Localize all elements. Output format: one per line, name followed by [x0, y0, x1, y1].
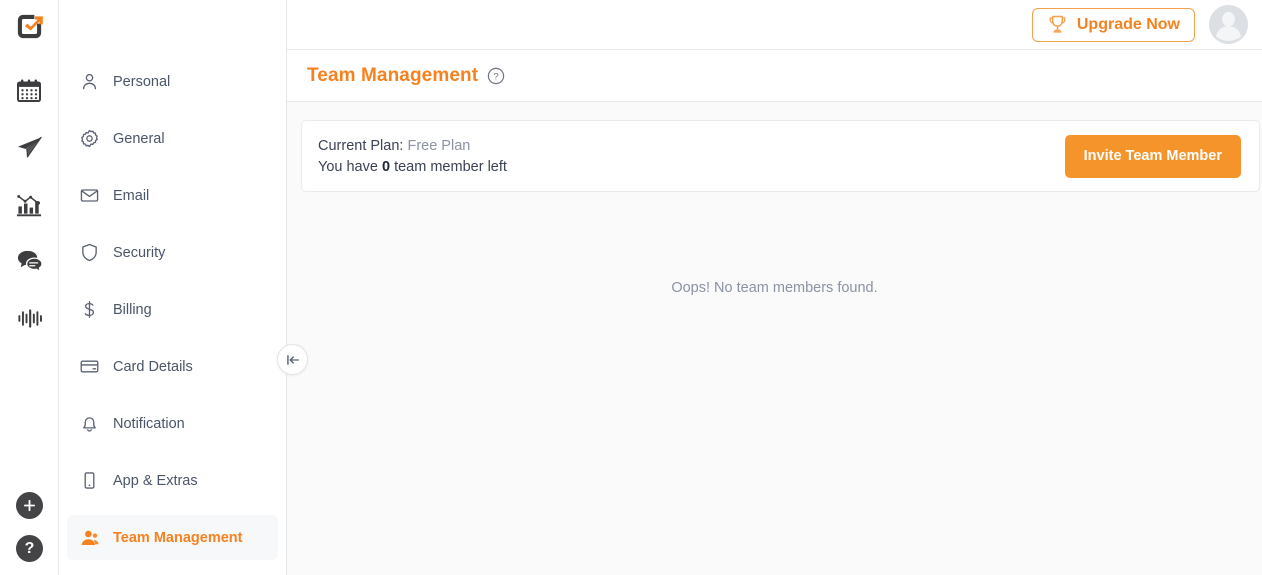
sidebar-item-team-management[interactable]: Team Management — [67, 515, 278, 560]
current-plan-label: Current Plan: — [318, 137, 404, 154]
app-logo[interactable] — [14, 6, 45, 46]
trophy-icon — [1049, 15, 1066, 33]
sidebar-item-billing[interactable]: Billing — [67, 287, 278, 332]
question-circle-icon[interactable]: ? — [487, 67, 505, 85]
app-root: ? Personal General Email Security Billin… — [0, 0, 1262, 575]
sidebar-item-notification[interactable]: Notification — [67, 401, 278, 446]
sidebar-item-label: Email — [113, 187, 150, 204]
svg-text:?: ? — [493, 71, 498, 82]
credit-card-icon — [79, 356, 100, 377]
sidebar-item-email[interactable]: Email — [67, 173, 278, 218]
plan-info: Current Plan: Free Plan You have 0 team … — [318, 138, 507, 175]
empty-state-message: Oops! No team members found. — [671, 280, 878, 296]
current-plan-line: Current Plan: Free Plan — [318, 138, 507, 154]
sidebar-item-personal[interactable]: Personal — [67, 59, 278, 104]
user-icon — [79, 71, 100, 92]
sidebar-item-label: Security — [113, 244, 166, 261]
add-button[interactable] — [16, 492, 43, 519]
top-bar: Upgrade Now — [287, 0, 1262, 50]
sidebar-item-label: App & Extras — [113, 472, 198, 489]
mobile-icon — [79, 470, 100, 491]
help-button[interactable]: ? — [16, 535, 43, 562]
content-area: Current Plan: Free Plan You have 0 team … — [287, 102, 1262, 575]
gear-icon — [79, 128, 100, 149]
sidebar-item-label: Notification — [113, 415, 185, 432]
sidebar-item-label: Card Details — [113, 358, 193, 375]
settings-nav-list: Personal General Email Security Billing … — [59, 50, 286, 560]
user-avatar-placeholder-icon — [1209, 5, 1248, 44]
rail-item-voice[interactable] — [7, 290, 51, 347]
rail-item-list — [7, 62, 51, 347]
people-icon — [79, 527, 100, 548]
upgrade-now-button[interactable]: Upgrade Now — [1031, 7, 1195, 42]
page-header: Team Management ? — [287, 50, 1262, 102]
chat-bubbles-icon — [17, 250, 43, 273]
page-title: Team Management — [307, 64, 479, 86]
shield-icon — [79, 242, 100, 263]
icon-rail: ? — [0, 0, 59, 575]
calendar-icon — [17, 79, 41, 102]
settings-nav-panel: Personal General Email Security Billing … — [59, 0, 308, 575]
bar-chart-icon — [16, 194, 41, 217]
paper-plane-icon — [17, 136, 42, 158]
rail-item-calendar[interactable] — [7, 62, 51, 119]
question-mark-icon: ? — [24, 539, 35, 557]
sidebar-item-label: Personal — [113, 73, 171, 90]
seats-prefix: You have — [318, 158, 378, 175]
avatar[interactable] — [1209, 5, 1248, 44]
dollar-icon — [79, 299, 100, 320]
plan-summary-card: Current Plan: Free Plan You have 0 team … — [301, 120, 1260, 192]
main-column: Upgrade Now Team Management ? Current Pl… — [287, 0, 1262, 575]
sidebar-item-label: General — [113, 130, 165, 147]
rail-item-send[interactable] — [7, 119, 51, 176]
upgrade-now-label: Upgrade Now — [1076, 15, 1180, 33]
sidebar-collapse-button[interactable] — [277, 344, 308, 375]
sidebar-item-general[interactable]: General — [67, 116, 278, 161]
sidebar-item-label: Team Management — [113, 529, 243, 546]
sidebar-item-card-details[interactable]: Card Details — [67, 344, 278, 389]
seats-count: 0 — [381, 158, 391, 175]
seats-suffix: team member left — [394, 158, 507, 175]
plus-icon — [23, 499, 36, 512]
invite-team-member-button[interactable]: Invite Team Member — [1064, 134, 1241, 178]
envelope-icon — [79, 185, 100, 206]
checkbox-arrow-logo-icon — [17, 14, 43, 38]
seats-remaining-line: You have 0 team member left — [318, 159, 507, 175]
sidebar-item-security[interactable]: Security — [67, 230, 278, 275]
rail-item-messages[interactable] — [7, 233, 51, 290]
current-plan-value: Free Plan — [407, 137, 471, 154]
audio-waveform-icon — [17, 309, 42, 328]
collapse-left-icon — [286, 354, 299, 365]
sidebar-item-label: Billing — [113, 301, 152, 318]
bell-icon — [79, 413, 100, 434]
rail-item-analytics[interactable] — [7, 176, 51, 233]
sidebar-item-app-extras[interactable]: App & Extras — [67, 458, 278, 503]
rail-bottom-actions: ? — [0, 492, 59, 562]
